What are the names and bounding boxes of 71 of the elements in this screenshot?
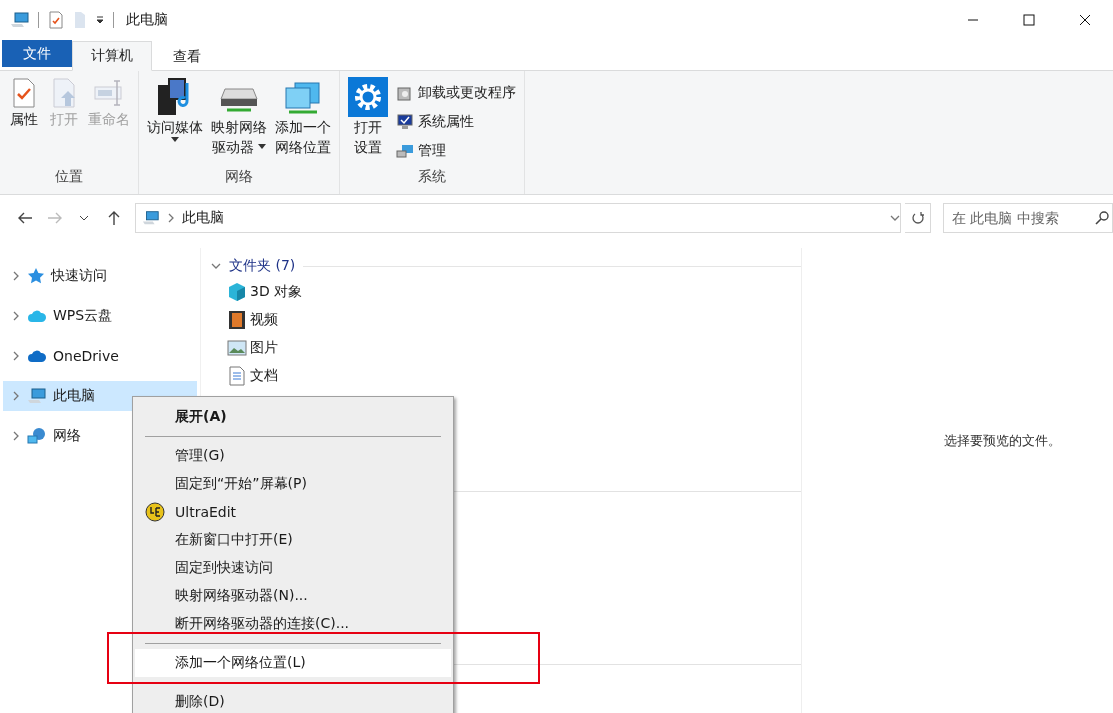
- close-icon: [1079, 14, 1091, 26]
- computer-icon: [10, 10, 30, 30]
- refresh-icon: [910, 210, 925, 225]
- cube-icon: [227, 282, 247, 302]
- ribbon-button[interactable]: 卸载或更改程序: [394, 79, 518, 106]
- cloud-icon: [27, 308, 47, 324]
- chevron-icon: [11, 391, 21, 401]
- film-icon: [227, 310, 247, 330]
- menu-item[interactable]: 断开网络驱动器的连接(C)...: [135, 610, 451, 638]
- computer-icon: [27, 386, 47, 406]
- search-icon: [1095, 210, 1109, 225]
- menu-item[interactable]: 管理(G): [135, 442, 451, 470]
- folder-item[interactable]: 视频: [211, 306, 801, 334]
- ribbon-button[interactable]: 系统属性: [394, 108, 518, 135]
- star-icon: [27, 267, 45, 285]
- menu-item[interactable]: 映射网络驱动器(N)...: [135, 582, 451, 610]
- search-field[interactable]: 在 此电脑 中搜索: [943, 202, 1113, 233]
- arrow-left-icon: [16, 210, 33, 225]
- network-globe-icon: [27, 426, 47, 446]
- ribbon-button[interactable]: 打开 设置: [346, 77, 390, 168]
- folder-item[interactable]: 图片: [211, 334, 801, 362]
- chevron-down-icon: [211, 261, 221, 271]
- chevron-icon: [11, 271, 21, 281]
- menu-item[interactable]: UltraEdit: [135, 498, 451, 526]
- ribbon-button[interactable]: 映射网络 驱动器: [209, 77, 269, 168]
- arrow-right-icon: [46, 210, 63, 225]
- menu-item[interactable]: 删除(D): [135, 688, 451, 713]
- dropdown-icon: [95, 15, 105, 25]
- ribbon-button[interactable]: 访问媒体: [145, 77, 205, 168]
- chevron-icon: [11, 351, 21, 361]
- maximize-icon: [1023, 14, 1035, 26]
- folder-item[interactable]: 3D 对象: [211, 278, 801, 306]
- preview-message: 选择要预览的文件。: [944, 431, 1061, 450]
- group-label: 网络: [224, 168, 254, 186]
- group-header[interactable]: 文件夹 (7): [211, 254, 801, 278]
- folder-item[interactable]: 文档: [211, 362, 801, 390]
- settings-icon: [348, 77, 388, 117]
- menu-item[interactable]: 添加一个网络位置(L): [135, 649, 451, 677]
- group-label: 系统: [417, 168, 447, 186]
- chevron-icon: [11, 311, 21, 321]
- arrow-up-icon: [107, 209, 122, 226]
- menu-item[interactable]: 固定到“开始”屏幕(P): [135, 470, 451, 498]
- app-badge-icon: [145, 502, 165, 522]
- ribbon-button[interactable]: 属性: [6, 77, 42, 168]
- refresh-button[interactable]: [905, 202, 931, 233]
- ribbon-tab[interactable]: 查看: [152, 41, 222, 71]
- document-icon: [227, 366, 247, 386]
- caret-icon: [171, 137, 179, 143]
- ribbon-button[interactable]: 管理: [394, 137, 518, 164]
- nav-item[interactable]: 快速访问: [3, 261, 197, 291]
- checklist-icon: [47, 11, 65, 29]
- window-title: 此电脑: [126, 11, 168, 29]
- computer-icon: [141, 208, 160, 227]
- rename-icon: [93, 77, 125, 109]
- chevron-down-icon: [79, 213, 90, 222]
- folder-icon: [73, 11, 87, 29]
- group-label: 位置: [54, 168, 84, 186]
- caret-icon: [258, 144, 266, 150]
- ribbon-tab[interactable]: 计算机: [72, 41, 152, 71]
- address-bar[interactable]: 此电脑: [134, 202, 902, 233]
- nav-item[interactable]: OneDrive: [3, 341, 197, 371]
- menu-item[interactable]: 在新窗口中打开(E): [135, 526, 451, 554]
- picture-icon: [227, 338, 247, 358]
- menu-item[interactable]: 固定到快速访问: [135, 554, 451, 582]
- address-path: 此电脑: [181, 208, 224, 227]
- monitor-check-icon: [396, 112, 414, 131]
- cloud-icon: [27, 348, 47, 364]
- nav-item[interactable]: WPS云盘: [3, 301, 197, 331]
- file-menu-tab[interactable]: 文件: [2, 40, 72, 67]
- chevron-icon: [11, 431, 21, 441]
- ribbon-button[interactable]: 添加一个 网络位置: [273, 77, 333, 168]
